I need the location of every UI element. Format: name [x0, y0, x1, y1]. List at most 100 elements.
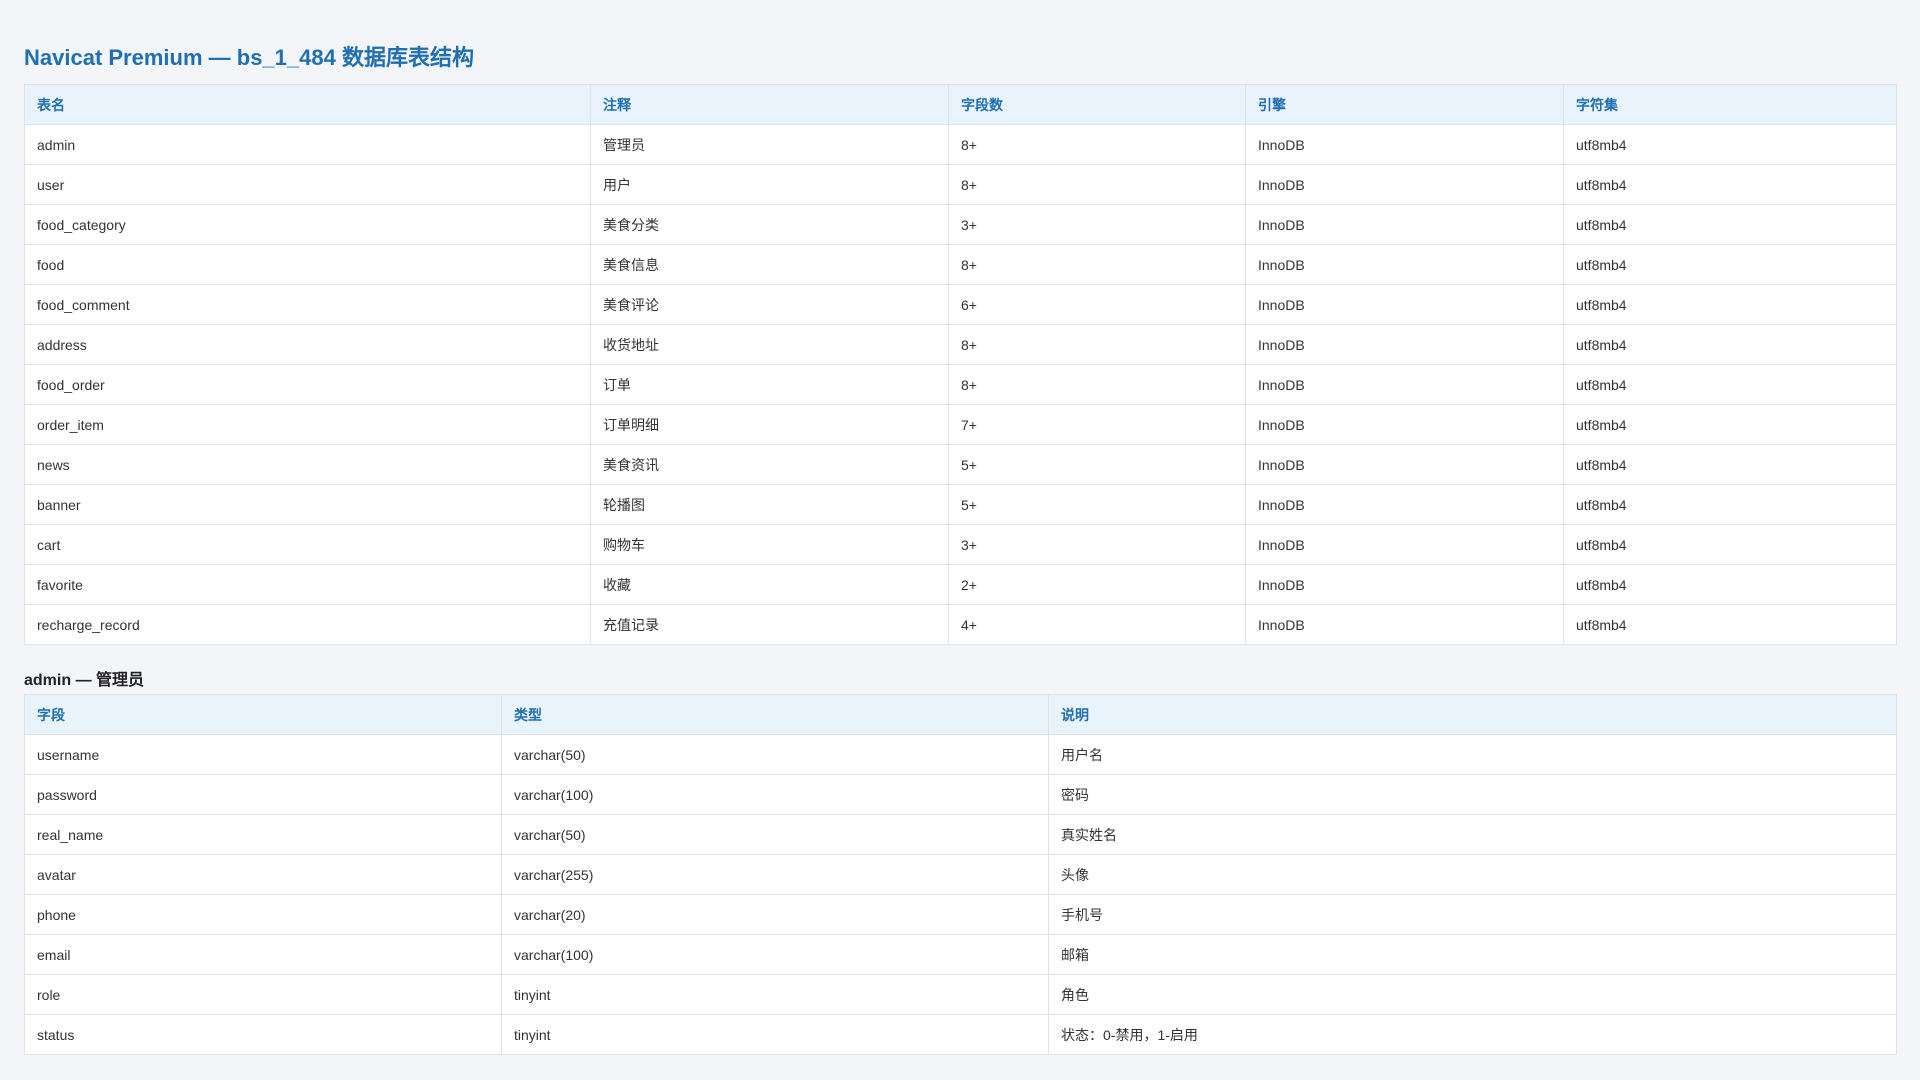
comment-cell: 收货地址	[590, 324, 949, 365]
column-header-description[interactable]: 说明	[1048, 694, 1897, 735]
table-name-cell: food_comment	[24, 284, 591, 325]
table-name-cell: food	[24, 244, 591, 285]
charset-cell: utf8mb4	[1563, 604, 1897, 645]
field-count-cell: 5+	[948, 444, 1246, 485]
column-header-type[interactable]: 类型	[501, 694, 1049, 735]
page-title: Navicat Premium — bs_1_484 数据库表结构	[24, 45, 474, 70]
table-row[interactable]: real_name varchar(50) 真实姓名	[24, 814, 1897, 855]
field-count-cell: 2+	[948, 564, 1246, 605]
field-description-cell: 头像	[1048, 854, 1897, 895]
table-name-cell: food_category	[24, 204, 591, 245]
field-type-cell: varchar(100)	[501, 774, 1049, 815]
table-name-cell: food_order	[24, 364, 591, 405]
table-name-cell: recharge_record	[24, 604, 591, 645]
comment-cell: 订单明细	[590, 404, 949, 445]
field-type-cell: varchar(50)	[501, 814, 1049, 855]
table-row[interactable]: food_order 订单 8+ InnoDB utf8mb4	[24, 364, 1897, 405]
charset-cell: utf8mb4	[1563, 204, 1897, 245]
field-name-cell: email	[24, 934, 502, 975]
field-description-cell: 状态：0-禁用，1-启用	[1048, 1014, 1897, 1055]
field-count-cell: 3+	[948, 524, 1246, 565]
table-row[interactable]: phone varchar(20) 手机号	[24, 894, 1897, 935]
table-name-cell: admin	[24, 124, 591, 165]
table-row[interactable]: food_category 美食分类 3+ InnoDB utf8mb4	[24, 204, 1897, 245]
column-header-comment[interactable]: 注释	[590, 84, 949, 125]
engine-cell: InnoDB	[1245, 364, 1564, 405]
admin-fields-table: 字段 类型 说明 username varchar(50) 用户名 password v…	[24, 694, 1897, 1055]
field-description-cell: 邮箱	[1048, 934, 1897, 975]
charset-cell: utf8mb4	[1563, 164, 1897, 205]
field-name-cell: real_name	[24, 814, 502, 855]
engine-cell: InnoDB	[1245, 284, 1564, 325]
field-count-cell: 4+	[948, 604, 1246, 645]
field-type-cell: tinyint	[501, 1014, 1049, 1055]
engine-cell: InnoDB	[1245, 124, 1564, 165]
charset-cell: utf8mb4	[1563, 484, 1897, 525]
field-name-cell: phone	[24, 894, 502, 935]
comment-cell: 购物车	[590, 524, 949, 565]
comment-cell: 订单	[590, 364, 949, 405]
table-row[interactable]: recharge_record 充值记录 4+ InnoDB utf8mb4	[24, 604, 1897, 645]
field-count-cell: 8+	[948, 244, 1246, 285]
table-row[interactable]: user 用户 8+ InnoDB utf8mb4	[24, 164, 1897, 205]
engine-cell: InnoDB	[1245, 444, 1564, 485]
table-row[interactable]: banner 轮播图 5+ InnoDB utf8mb4	[24, 484, 1897, 525]
column-header-engine[interactable]: 引擎	[1245, 84, 1564, 125]
table-name-cell: banner	[24, 484, 591, 525]
field-type-cell: varchar(20)	[501, 894, 1049, 935]
table-row[interactable]: food_comment 美食评论 6+ InnoDB utf8mb4	[24, 284, 1897, 325]
field-count-cell: 7+	[948, 404, 1246, 445]
table-row[interactable]: status tinyint 状态：0-禁用，1-启用	[24, 1014, 1897, 1055]
field-name-cell: avatar	[24, 854, 502, 895]
table-row[interactable]: favorite 收藏 2+ InnoDB utf8mb4	[24, 564, 1897, 605]
field-description-cell: 真实姓名	[1048, 814, 1897, 855]
comment-cell: 美食分类	[590, 204, 949, 245]
table-name-cell: address	[24, 324, 591, 365]
field-description-cell: 手机号	[1048, 894, 1897, 935]
table-header-row: 字段 类型 说明	[24, 694, 1897, 735]
field-type-cell: varchar(100)	[501, 934, 1049, 975]
charset-cell: utf8mb4	[1563, 284, 1897, 325]
column-header-field[interactable]: 字段	[24, 694, 502, 735]
table-row[interactable]: address 收货地址 8+ InnoDB utf8mb4	[24, 324, 1897, 365]
charset-cell: utf8mb4	[1563, 564, 1897, 605]
field-count-cell: 8+	[948, 164, 1246, 205]
charset-cell: utf8mb4	[1563, 444, 1897, 485]
field-description-cell: 角色	[1048, 974, 1897, 1015]
engine-cell: InnoDB	[1245, 164, 1564, 205]
column-header-charset[interactable]: 字符集	[1563, 84, 1897, 125]
table-row[interactable]: order_item 订单明细 7+ InnoDB utf8mb4	[24, 404, 1897, 445]
table-row[interactable]: avatar varchar(255) 头像	[24, 854, 1897, 895]
table-name-cell: favorite	[24, 564, 591, 605]
field-description-cell: 用户名	[1048, 734, 1897, 775]
table-name-cell: news	[24, 444, 591, 485]
table-row[interactable]: cart 购物车 3+ InnoDB utf8mb4	[24, 524, 1897, 565]
comment-cell: 美食资讯	[590, 444, 949, 485]
comment-cell: 充值记录	[590, 604, 949, 645]
field-count-cell: 5+	[948, 484, 1246, 525]
engine-cell: InnoDB	[1245, 524, 1564, 565]
column-header-table-name[interactable]: 表名	[24, 84, 591, 125]
table-row[interactable]: news 美食资讯 5+ InnoDB utf8mb4	[24, 444, 1897, 485]
comment-cell: 收藏	[590, 564, 949, 605]
table-name-cell: user	[24, 164, 591, 205]
field-type-cell: tinyint	[501, 974, 1049, 1015]
table-name-cell: cart	[24, 524, 591, 565]
field-name-cell: username	[24, 734, 502, 775]
column-header-field-count[interactable]: 字段数	[948, 84, 1246, 125]
table-row[interactable]: username varchar(50) 用户名	[24, 734, 1897, 775]
table-row[interactable]: role tinyint 角色	[24, 974, 1897, 1015]
field-count-cell: 6+	[948, 284, 1246, 325]
table-name-cell: order_item	[24, 404, 591, 445]
charset-cell: utf8mb4	[1563, 524, 1897, 565]
charset-cell: utf8mb4	[1563, 244, 1897, 285]
field-count-cell: 8+	[948, 364, 1246, 405]
table-row[interactable]: password varchar(100) 密码	[24, 774, 1897, 815]
table-row[interactable]: admin 管理员 8+ InnoDB utf8mb4	[24, 124, 1897, 165]
table-row[interactable]: food 美食信息 8+ InnoDB utf8mb4	[24, 244, 1897, 285]
charset-cell: utf8mb4	[1563, 124, 1897, 165]
table-row[interactable]: email varchar(100) 邮箱	[24, 934, 1897, 975]
comment-cell: 美食信息	[590, 244, 949, 285]
field-name-cell: role	[24, 974, 502, 1015]
field-name-cell: password	[24, 774, 502, 815]
